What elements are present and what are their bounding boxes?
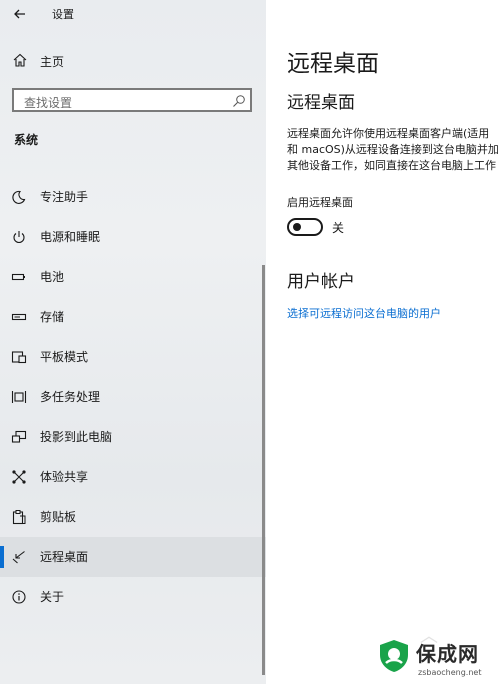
sidebar: 设置 主页 查找设置 系统 专注助手 电源和睡眠 电池 存储 平板模式 多任务处… [0, 0, 266, 684]
description-line: 和 macOS)从远程设备连接到这台电脑并加 [287, 143, 499, 156]
search-input[interactable]: 查找设置 [12, 88, 252, 112]
sidebar-item-battery[interactable]: 电池 [0, 257, 266, 297]
sidebar-item-power-sleep[interactable]: 电源和睡眠 [0, 217, 266, 257]
battery-icon [11, 269, 27, 285]
sidebar-item-storage[interactable]: 存储 [0, 297, 266, 337]
toggle-label: 启用远程桌面 [287, 196, 353, 209]
power-icon [11, 229, 27, 245]
sidebar-item-label: 专注助手 [40, 190, 89, 204]
share-icon [11, 469, 27, 485]
storage-icon [11, 309, 27, 325]
toggle-knob [293, 223, 301, 231]
search-icon[interactable] [232, 93, 246, 107]
back-arrow-icon[interactable] [10, 4, 30, 24]
sidebar-item-shared-experiences[interactable]: 体验共享 [0, 457, 266, 497]
remote-desktop-icon [11, 549, 27, 565]
sidebar-item-label: 电源和睡眠 [40, 230, 101, 244]
sidebar-item-clipboard[interactable]: 剪贴板 [0, 497, 266, 537]
sidebar-item-project-to-pc[interactable]: 投影到此电脑 [0, 417, 266, 457]
app-title: 设置 [52, 8, 74, 21]
remote-desktop-toggle[interactable] [287, 218, 323, 236]
sidebar-item-focus-assist[interactable]: 专注助手 [0, 177, 266, 217]
tablet-mode-icon [11, 349, 27, 365]
sidebar-item-multitasking[interactable]: 多任务处理 [0, 377, 266, 417]
moon-icon [11, 189, 27, 205]
sidebar-item-label: 平板模式 [40, 350, 89, 364]
search-placeholder: 查找设置 [24, 96, 73, 110]
sidebar-section-title: 系统 [14, 133, 39, 147]
sidebar-item-label: 远程桌面 [40, 550, 89, 564]
multitasking-icon [11, 389, 27, 405]
sidebar-item-remote-desktop[interactable]: 远程桌面 [0, 537, 266, 577]
toggle-state-text: 关 [332, 221, 345, 235]
sidebar-item-label: 投影到此电脑 [40, 430, 113, 444]
sidebar-item-home[interactable]: 主页 [0, 46, 266, 76]
sidebar-scrollbar[interactable] [262, 265, 265, 675]
main-content: 远程桌面 远程桌面 远程桌面允许你使用远程桌面客户端(适用 和 macOS)从远… [266, 0, 500, 684]
clipboard-icon [11, 509, 27, 525]
shield-logo-icon [376, 638, 412, 674]
watermark: 保成网 zsbaocheng.net [376, 638, 500, 684]
sidebar-item-label: 体验共享 [40, 470, 89, 484]
sidebar-item-about[interactable]: 关于 [0, 577, 266, 617]
user-accounts-title: 用户帐户 [287, 272, 355, 292]
section-title: 远程桌面 [287, 93, 355, 113]
sidebar-item-label: 存储 [40, 310, 65, 324]
select-users-link[interactable]: 选择可远程访问这台电脑的用户 [287, 305, 441, 321]
watermark-name: 保成网 [416, 642, 479, 666]
sidebar-item-label: 关于 [40, 590, 65, 604]
info-icon [11, 589, 27, 605]
sidebar-item-label: 电池 [40, 270, 65, 284]
description-line: 远程桌面允许你使用远程桌面客户端(适用 [287, 127, 490, 140]
description-line: 其他设备工作，如同直接在这台电脑上工作 [287, 159, 496, 172]
title-bar: 设置 [0, 0, 266, 28]
home-label: 主页 [40, 55, 65, 69]
home-icon [12, 52, 28, 68]
sidebar-item-label: 多任务处理 [40, 390, 101, 404]
sidebar-item-tablet-mode[interactable]: 平板模式 [0, 337, 266, 377]
description: 远程桌面允许你使用远程桌面客户端(适用 和 macOS)从远程设备连接到这台电脑… [287, 126, 500, 174]
project-icon [11, 429, 27, 445]
watermark-domain: zsbaocheng.net [418, 668, 482, 677]
sidebar-item-label: 剪贴板 [40, 510, 77, 524]
page-title: 远程桌面 [287, 51, 379, 77]
